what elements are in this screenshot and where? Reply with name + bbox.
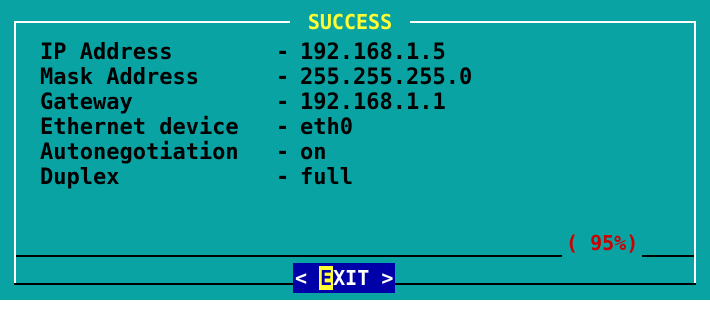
info-separator: - bbox=[276, 90, 290, 115]
network-info-list: IP Address -192.168.1.5 Mask Address -255.… bbox=[40, 40, 472, 190]
info-label: Autonegotiation bbox=[40, 140, 239, 165]
info-value: eth0 bbox=[300, 115, 353, 140]
info-value: 192.168.1.1 bbox=[300, 90, 446, 115]
success-dialog: SUCCESS IP Address -192.168.1.5 Mask Addr… bbox=[0, 0, 710, 300]
info-separator: - bbox=[276, 115, 290, 140]
exit-button[interactable]: < EXIT > bbox=[293, 263, 396, 293]
info-row-gateway: Gateway -192.168.1.1 bbox=[40, 90, 472, 115]
info-label: Mask Address bbox=[40, 65, 199, 90]
left-bracket: < bbox=[295, 266, 308, 290]
info-value: on bbox=[300, 140, 327, 165]
right-bracket: > bbox=[381, 266, 394, 290]
info-value: 255.255.255.0 bbox=[300, 65, 473, 90]
info-row-autonegotiation: Autonegotiation - on bbox=[40, 140, 472, 165]
info-label: Ethernet device bbox=[40, 115, 239, 140]
exit-hotkey: E bbox=[319, 266, 334, 290]
info-label: Duplex bbox=[40, 165, 120, 190]
info-label: Gateway bbox=[40, 90, 133, 115]
dialog-border-right bbox=[694, 21, 696, 285]
info-row-duplex: Duplex - full bbox=[40, 165, 472, 190]
dialog-title: SUCCESS bbox=[290, 8, 410, 36]
info-row-mask-address: Mask Address -255.255.255.0 bbox=[40, 65, 472, 90]
info-separator: - bbox=[276, 165, 290, 190]
info-separator: - bbox=[276, 65, 290, 90]
info-value: 192.168.1.5 bbox=[300, 40, 446, 65]
info-row-ip-address: IP Address -192.168.1.5 bbox=[40, 40, 472, 65]
info-label: IP Address bbox=[40, 40, 173, 65]
exit-label: XIT bbox=[333, 266, 370, 290]
dialog-border-left bbox=[14, 21, 16, 285]
info-separator: - bbox=[276, 140, 290, 165]
info-value: full bbox=[300, 165, 353, 190]
progress-indicator: ( 95%) bbox=[562, 229, 643, 257]
screen-background bbox=[0, 300, 710, 322]
info-separator: - bbox=[276, 40, 290, 65]
info-row-ethernet-device: Ethernet device - eth0 bbox=[40, 115, 472, 140]
